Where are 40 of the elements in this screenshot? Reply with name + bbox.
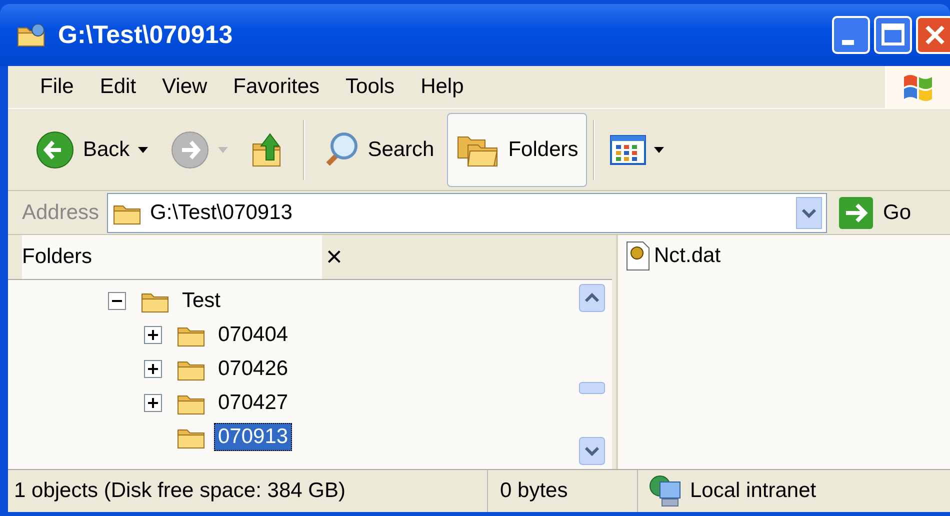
caret-icon: [654, 146, 664, 152]
tree-item[interactable]: 070404: [214, 321, 292, 349]
address-label: Address: [22, 200, 100, 224]
tree-item[interactable]: Test: [178, 287, 225, 315]
folders-button[interactable]: Folders: [447, 112, 588, 186]
status-text: Local intranet: [690, 479, 816, 503]
views-icon: [610, 134, 646, 166]
collapse-icon[interactable]: [108, 292, 126, 310]
status-text: 0 bytes: [488, 470, 638, 512]
scroll-thumb[interactable]: [579, 382, 605, 394]
address-field[interactable]: G:\Test\070913: [107, 192, 828, 232]
dropdown-icon[interactable]: [796, 196, 822, 228]
file-name[interactable]: Nct.dat: [654, 244, 721, 268]
expand-icon[interactable]: [144, 360, 162, 378]
close-icon[interactable]: [916, 16, 950, 54]
menu-item[interactable]: Edit: [90, 71, 146, 103]
menu-item[interactable]: View: [152, 71, 218, 103]
scroll-down-icon[interactable]: [579, 437, 605, 465]
caret-icon: [218, 146, 228, 152]
tree-item[interactable]: 070427: [214, 389, 292, 417]
file-icon: [626, 241, 650, 271]
caret-icon: [138, 146, 148, 152]
window-title: G:\Test\070913: [58, 20, 234, 50]
expand-icon[interactable]: [144, 326, 162, 344]
minimize-icon[interactable]: [832, 16, 870, 54]
menu-item[interactable]: Favorites: [223, 71, 330, 103]
menu-item[interactable]: File: [30, 71, 84, 103]
search-button[interactable]: Search: [310, 112, 444, 186]
status-text: 1 objects (Disk free space: 384 GB): [8, 470, 488, 512]
menu-item[interactable]: Tools: [336, 71, 405, 103]
back-button[interactable]: Back: [26, 112, 157, 186]
maximize-icon[interactable]: [874, 16, 912, 54]
tree-item[interactable]: 070426: [214, 355, 292, 383]
tree-item[interactable]: 070913: [214, 423, 292, 451]
close-button[interactable]: ×: [322, 243, 346, 271]
expand-icon[interactable]: [144, 394, 162, 412]
pane-title: Folders: [22, 235, 322, 279]
go-button[interactable]: Go: [835, 196, 916, 228]
scroll-up-icon[interactable]: [579, 284, 605, 312]
menu-item[interactable]: Help: [410, 71, 474, 103]
